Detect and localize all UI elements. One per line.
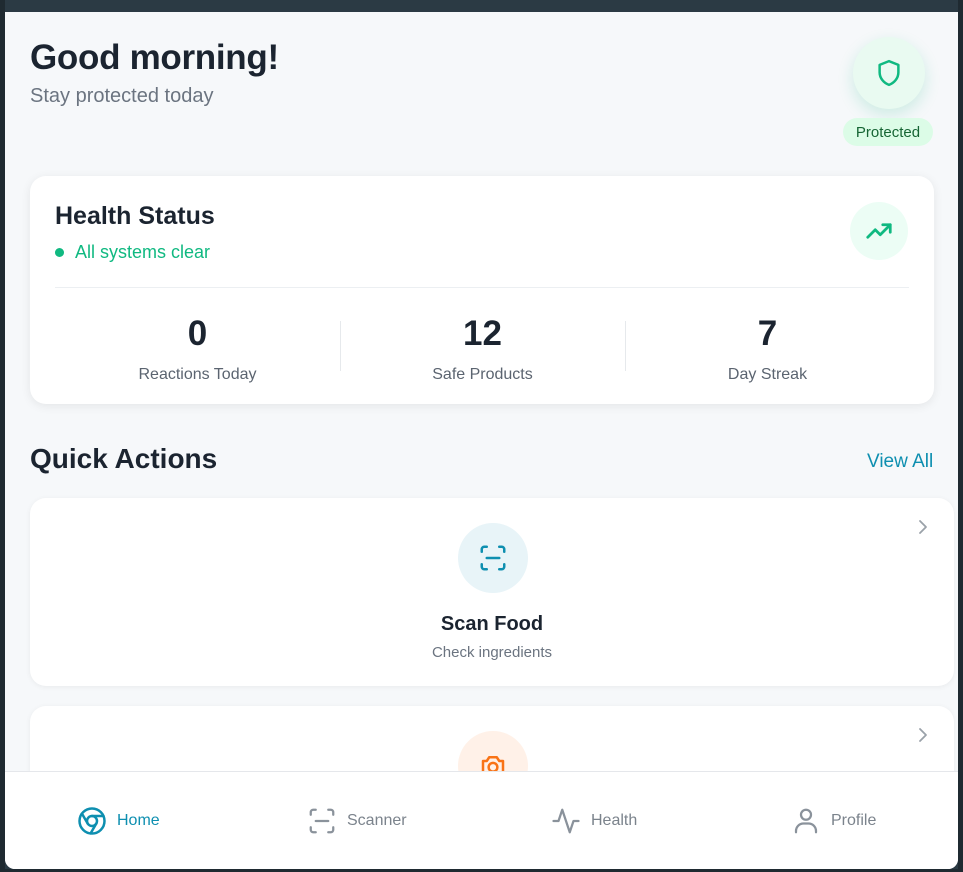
nav-item-home[interactable]: Home: [77, 772, 160, 869]
protected-badge: Protected: [843, 118, 933, 146]
stat-value: 0: [187, 314, 208, 353]
greeting-title: Good morning!: [30, 38, 279, 77]
trending-up-icon: [866, 223, 892, 239]
action-card-camera[interactable]: [30, 706, 954, 771]
chevron-right-icon: [919, 728, 927, 742]
health-status-indicator: All systems clear: [55, 242, 210, 263]
scan-icon: [480, 545, 506, 571]
nav-label: Scanner: [347, 812, 407, 829]
trend-button[interactable]: [850, 202, 908, 260]
protection-status-button[interactable]: [853, 37, 925, 109]
bottom-navigation: Home Scanner Health Profile: [5, 771, 958, 869]
action-subtitle: Check ingredients: [431, 644, 553, 661]
nav-item-scanner[interactable]: Scanner: [307, 772, 407, 869]
stat-day-streak: 7 Day Streak: [625, 312, 910, 384]
nav-item-health[interactable]: Health: [551, 772, 637, 869]
stat-value: 7: [757, 314, 778, 353]
camera-icon: [481, 756, 505, 771]
greeting-subtitle: Stay protected today: [30, 85, 214, 107]
nav-label: Profile: [831, 812, 877, 829]
health-status-text: All systems clear: [75, 242, 211, 262]
window-top-bar: [0, 0, 963, 12]
camera-icon-circle: [458, 731, 528, 771]
view-all-link[interactable]: View All: [867, 451, 933, 473]
nav-item-profile[interactable]: Profile: [791, 772, 876, 869]
nav-label: Home: [117, 812, 160, 829]
user-icon: [794, 808, 818, 834]
action-card-scan-food[interactable]: Scan Food Check ingredients: [30, 498, 954, 686]
home-icon: [78, 807, 106, 835]
shield-icon: [878, 59, 900, 87]
scan-icon-circle: [458, 523, 528, 593]
stat-label: Safe Products: [432, 366, 533, 383]
window-right-edge: [958, 0, 963, 872]
stat-label: Reactions Today: [138, 366, 257, 383]
quick-actions-title: Quick Actions: [30, 443, 218, 474]
nav-label: Health: [591, 812, 638, 829]
stat-label: Day Streak: [727, 366, 808, 383]
chevron-right-icon: [919, 520, 927, 534]
scanner-icon: [309, 808, 335, 834]
app-screen: Good morning! Stay protected today Prote…: [5, 12, 958, 869]
card-divider: [55, 287, 909, 288]
stat-value: 12: [463, 314, 502, 353]
stat-safe-products: 12 Safe Products: [340, 312, 625, 384]
health-status-title: Health Status: [55, 202, 215, 230]
action-title: Scan Food: [440, 613, 544, 635]
status-dot: [55, 248, 64, 257]
home-scroll-area[interactable]: Good morning! Stay protected today Prote…: [5, 12, 958, 771]
stat-reactions-today: 0 Reactions Today: [55, 312, 340, 384]
activity-icon: [552, 808, 580, 834]
health-status-card: Health Status All systems clear 0 Reacti…: [30, 176, 934, 404]
